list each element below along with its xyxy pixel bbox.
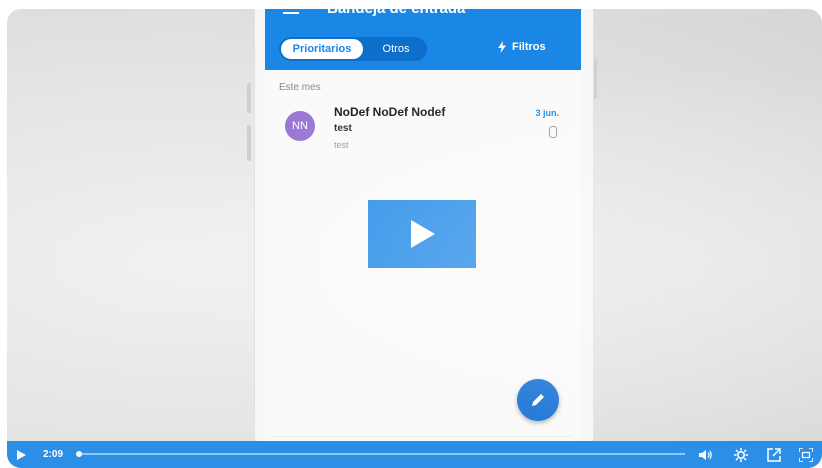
progress-bar[interactable]: [76, 451, 685, 457]
attachment-icon: [549, 126, 557, 138]
play-icon: [17, 449, 26, 460]
avatar: NN: [285, 111, 315, 141]
email-sender: NoDef NoDef Nodef: [334, 105, 446, 119]
tab-otros[interactable]: Otros: [369, 37, 423, 61]
compose-button[interactable]: [517, 379, 559, 421]
email-date: 3 jun.: [535, 108, 559, 118]
pencil-icon: [532, 394, 544, 406]
play-pause-button[interactable]: [17, 441, 26, 468]
share-icon: [767, 447, 781, 462]
volume-button[interactable]: [699, 441, 713, 468]
phone-side-button: [247, 83, 251, 113]
list-item[interactable]: NN NoDef NoDef Nodef test test 3 jun.: [265, 105, 581, 167]
settings-icon: [734, 447, 748, 462]
phone-side-button: [247, 125, 251, 161]
fullscreen-button[interactable]: [799, 441, 813, 468]
video-player[interactable]: Bandeja de entrada Prioritarios Otros Fi…: [7, 9, 822, 468]
filters-label: Filtros: [512, 41, 546, 53]
menu-icon[interactable]: [283, 9, 299, 17]
bolt-icon: [498, 41, 506, 53]
page-title: Bandeja de entrada: [327, 9, 465, 17]
current-time: 2:09: [43, 449, 64, 460]
play-button[interactable]: [368, 200, 476, 268]
email-subject: test: [334, 123, 352, 134]
player-controls: 2:09: [7, 441, 822, 468]
volume-icon: [699, 449, 712, 460]
app-bar: Bandeja de entrada Prioritarios Otros Fi…: [265, 9, 581, 70]
share-button[interactable]: [767, 441, 781, 468]
email-preview: test: [334, 140, 349, 150]
tab-group: Prioritarios Otros: [279, 37, 427, 61]
tab-prioritarios[interactable]: Prioritarios: [281, 39, 363, 59]
scrubber-handle[interactable]: [76, 451, 82, 457]
section-header: Este mes: [279, 82, 321, 93]
settings-button[interactable]: [734, 441, 748, 468]
fullscreen-icon: [799, 447, 813, 462]
filters-button[interactable]: Filtros: [498, 41, 546, 53]
play-icon: [411, 220, 435, 248]
